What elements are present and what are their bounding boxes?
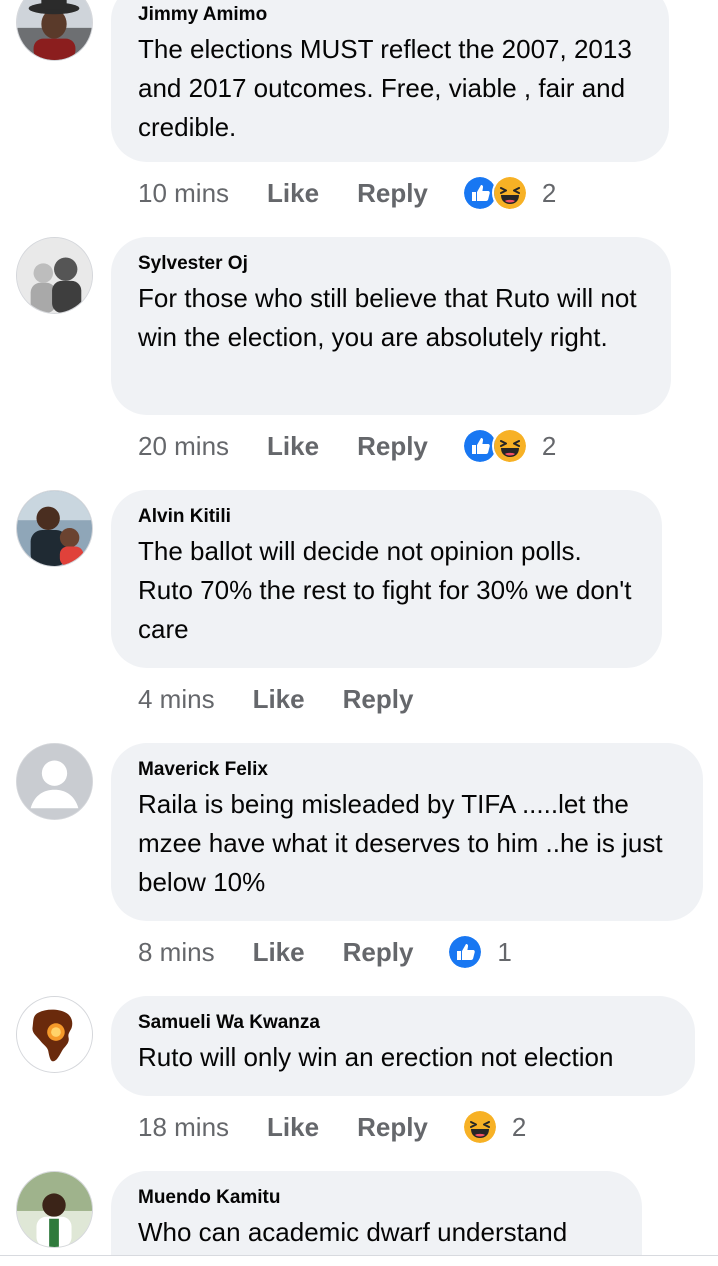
comment-text: For those who still believe that Ruto wi… xyxy=(138,283,637,352)
comment-bubble: Jimmy Amimo The elections MUST reflect t… xyxy=(111,0,669,162)
comment-text: Who can academic dwarf understand xyxy=(138,1217,568,1247)
comment-feed: Jimmy Amimo The elections MUST reflect t… xyxy=(0,0,718,1255)
comment-text: The ballot will decide not opinion polls… xyxy=(138,536,632,644)
comment-time[interactable]: 10 mins xyxy=(138,178,229,209)
reaction-count: 1 xyxy=(497,936,512,967)
comment-author[interactable]: Samueli Wa Kwanza xyxy=(138,1012,667,1034)
comment-author[interactable]: Alvin Kitili xyxy=(138,506,634,528)
haha-icon xyxy=(491,428,528,464)
avatar[interactable] xyxy=(16,490,93,567)
avatar[interactable] xyxy=(16,0,93,61)
like-icon xyxy=(447,934,484,970)
comment-bubble: Muendo Kamitu Who can academic dwarf und… xyxy=(111,1171,642,1255)
reply-button[interactable]: Reply xyxy=(357,178,428,209)
comment-actions: 10 mins Like Reply 2 xyxy=(138,173,556,213)
comment-author[interactable]: Jimmy Amimo xyxy=(138,4,641,26)
comment-bubble: Sylvester Oj For those who still believe… xyxy=(111,237,671,415)
comment-text: The elections MUST reflect the 2007, 201… xyxy=(138,34,632,142)
avatar[interactable] xyxy=(16,743,93,820)
comment-actions: 8 mins Like Reply 1 xyxy=(138,932,512,972)
reply-button[interactable]: Reply xyxy=(357,1112,428,1143)
reaction-summary[interactable]: 2 xyxy=(461,428,557,464)
comment-text: Ruto will only win an erection not elect… xyxy=(138,1042,614,1072)
comment-time[interactable]: 4 mins xyxy=(138,684,215,715)
comment-author[interactable]: Muendo Kamitu xyxy=(138,1187,614,1209)
comment-time[interactable]: 18 mins xyxy=(138,1112,229,1143)
avatar[interactable] xyxy=(16,1171,93,1248)
reaction-count: 2 xyxy=(541,177,557,208)
reaction-count: 2 xyxy=(541,430,557,461)
reaction-summary[interactable]: 1 xyxy=(447,934,512,970)
comment-bubble: Alvin Kitili The ballot will decide not … xyxy=(111,490,662,668)
like-button[interactable]: Like xyxy=(267,431,319,462)
reaction-count: 2 xyxy=(511,1111,527,1142)
comment-author[interactable]: Maverick Felix xyxy=(138,759,675,781)
bottom-divider xyxy=(0,1255,718,1266)
haha-icon xyxy=(461,1109,498,1145)
comment-actions: 4 mins Like Reply xyxy=(138,679,451,719)
avatar[interactable] xyxy=(16,237,93,314)
comment-bubble: Samueli Wa Kwanza Ruto will only win an … xyxy=(111,996,695,1096)
comment-bubble: Maverick Felix Raila is being misleaded … xyxy=(111,743,703,921)
reaction-summary[interactable]: 2 xyxy=(461,1109,527,1145)
reply-button[interactable]: Reply xyxy=(343,684,414,715)
comment-time[interactable]: 8 mins xyxy=(138,937,215,968)
comment-author[interactable]: Sylvester Oj xyxy=(138,253,643,275)
comment-actions: 18 mins Like Reply 2 xyxy=(138,1107,526,1147)
avatar[interactable] xyxy=(16,996,93,1073)
comment-text: Raila is being misleaded by TIFA .....le… xyxy=(138,789,663,897)
comment-actions: 20 mins Like Reply 2 xyxy=(138,426,556,466)
like-button[interactable]: Like xyxy=(253,684,305,715)
like-button[interactable]: Like xyxy=(253,937,305,968)
reaction-summary[interactable]: 2 xyxy=(461,175,557,211)
reply-button[interactable]: Reply xyxy=(357,431,428,462)
reply-button[interactable]: Reply xyxy=(343,937,414,968)
like-button[interactable]: Like xyxy=(267,178,319,209)
comment-time[interactable]: 20 mins xyxy=(138,431,229,462)
haha-icon xyxy=(491,175,528,211)
like-button[interactable]: Like xyxy=(267,1112,319,1143)
